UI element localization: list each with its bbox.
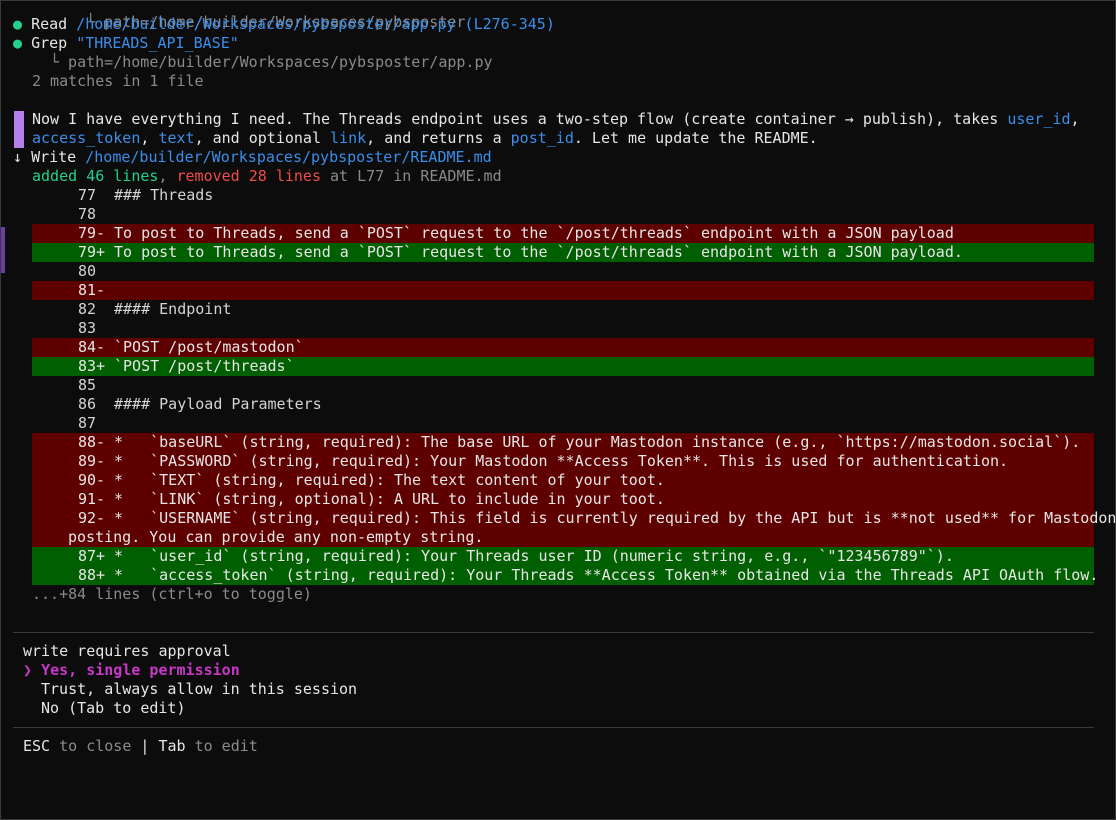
diff-text: * `TEXT` (string, required): The text co…	[114, 471, 665, 489]
tab-key[interactable]: Tab	[158, 737, 185, 755]
line-number: 91	[77, 490, 96, 508]
grep-path: └ path=/home/builder/Workspaces/pybspost…	[50, 53, 493, 71]
line-number: 87	[77, 414, 96, 432]
diff-text: To post to Threads, send a `POST` reques…	[114, 224, 954, 242]
line-number: 87	[77, 547, 96, 565]
diff-line-ctx: 83	[32, 319, 114, 338]
expand-more-lines[interactable]: ...+84 lines (ctrl+o to toggle)	[32, 585, 312, 604]
diff-sign: -	[96, 509, 106, 527]
diff-line-del: 92- * `USERNAME` (string, required): This…	[32, 509, 1115, 528]
status-dot-icon: ●	[13, 34, 23, 52]
diff-line-del: 91- * `LINK` (string, optional): A URL to…	[32, 490, 1094, 509]
diff-text: * `user_id` (string, required): Your Thr…	[114, 547, 954, 565]
diff-text: * `LINK` (string, optional): A URL to in…	[114, 490, 665, 508]
diff-line-ctx: 85	[32, 376, 114, 395]
diff-line-del: posting. You can provide any non-empty s…	[32, 528, 1094, 547]
diff-line-ctx: 80	[32, 262, 114, 281]
terminal-window: └ path=/home/builder/Workspaces/pybspost…	[0, 0, 1116, 820]
left-accent-bar	[1, 227, 5, 273]
diff-text: `POST /post/mastodon`	[114, 338, 304, 356]
diff-line-ctx: 82 #### Endpoint	[32, 300, 231, 319]
diff-text: * `access_token` (string, required): You…	[114, 566, 1099, 584]
line-number: 82	[77, 300, 96, 318]
diff-sign: -	[96, 224, 106, 242]
approval-option-no[interactable]: No (Tab to edit)	[41, 699, 186, 718]
diff-text: `POST /post/threads`	[114, 357, 295, 375]
line-number: 88	[77, 433, 96, 451]
diff-summary: added 46 lines, removed 28 lines at L77 …	[32, 167, 502, 185]
divider	[13, 727, 1094, 728]
line-number: 89	[77, 452, 96, 470]
diff-text: posting. You can provide any non-empty s…	[68, 528, 484, 546]
diff-sign: -	[96, 433, 106, 451]
diff-text: #### Endpoint	[114, 300, 232, 318]
line-number: 79	[77, 243, 96, 261]
grep-result: 2 matches in 1 file	[32, 72, 204, 90]
write-arrow-icon: ↓	[13, 148, 23, 166]
diff-text: To post to Threads, send a `POST` reques…	[114, 243, 963, 261]
grep-tool-line: ● Grep "THREADS_API_BASE"	[13, 34, 239, 52]
diff-sign: +	[96, 243, 106, 261]
read-tool-line: ● Read /home/builder/Workspaces/pybspost…	[13, 15, 555, 33]
diff-line-add: 88+ * `access_token` (string, required): …	[32, 566, 1098, 585]
diff-line-add: 83+ `POST /post/threads`	[32, 357, 1094, 376]
diff-text: * `PASSWORD` (string, required): Your Ma…	[114, 452, 1009, 470]
line-number: 83	[77, 319, 96, 337]
diff-line-add: 87+ * `user_id` (string, required): Your …	[32, 547, 1094, 566]
diff-line-del: 79- To post to Threads, send a `POST` req…	[32, 224, 1094, 243]
status-dot-icon: ●	[13, 15, 23, 33]
diff-text: * `baseURL` (string, required): The base…	[114, 433, 1081, 451]
line-number: 83	[77, 357, 96, 375]
diff-sign: -	[96, 452, 106, 470]
diff-line-ctx: 78	[32, 205, 114, 224]
diff-line-del: 84- `POST /post/mastodon`	[32, 338, 1094, 357]
diff-line-del: 89- * `PASSWORD` (string, required): Your…	[32, 452, 1094, 471]
diff-text: #### Payload Parameters	[114, 395, 322, 413]
selection-cursor-icon: ❯	[23, 661, 33, 679]
line-number: 79	[77, 224, 96, 242]
diff-sign: -	[96, 471, 106, 489]
diff-text: ### Threads	[114, 186, 214, 204]
line-number: 78	[77, 205, 96, 223]
approval-option-yes[interactable]: ❯ Yes, single permission	[23, 661, 240, 680]
diff-text: * `USERNAME` (string, required): This fi…	[114, 509, 1116, 527]
line-number: 92	[77, 509, 96, 527]
line-number: 80	[77, 262, 96, 280]
tool-path-top: └ path=/home/builder/Workspaces/pybspost…	[86, 13, 466, 31]
diff-sign: -	[96, 490, 106, 508]
footer-hint: ESC to close | Tab to edit	[23, 737, 258, 755]
read-file-link[interactable]: /home/builder/Workspaces/pybsposter/app.…	[76, 15, 455, 33]
write-file-link[interactable]: /home/builder/Workspaces/pybsposter/READ…	[85, 148, 491, 166]
diff-sign: +	[96, 547, 106, 565]
diff-line-ctx: 87	[32, 414, 114, 433]
diff-sign: +	[96, 566, 106, 584]
assistant-message-line-2: access_token, text, and optional link, a…	[32, 129, 818, 147]
diff-line-del: 88- * `baseURL` (string, required): The b…	[32, 433, 1094, 452]
diff-line-del: 90- * `TEXT` (string, required): The text…	[32, 471, 1094, 490]
line-number: 85	[77, 376, 96, 394]
assistant-message-line-1: Now I have everything I need. The Thread…	[32, 110, 1080, 128]
line-number: 77	[77, 186, 96, 204]
line-number: 84	[77, 338, 96, 356]
diff-line-ctx: 86 #### Payload Parameters	[32, 395, 322, 414]
diff-line-del: 81-	[32, 281, 1094, 300]
message-marker-icon	[14, 111, 24, 148]
diff-sign: -	[96, 338, 106, 356]
approval-option-trust[interactable]: Trust, always allow in this session	[41, 680, 357, 699]
line-number: 81	[77, 281, 96, 299]
write-tool-line: ↓ Write /home/builder/Workspaces/pybspos…	[13, 148, 492, 166]
divider	[13, 632, 1094, 633]
diff-sign: +	[96, 357, 106, 375]
diff-sign: -	[96, 281, 106, 299]
diff-line-add: 79+ To post to Threads, send a `POST` req…	[32, 243, 1094, 262]
approval-title: write requires approval	[23, 642, 231, 660]
line-number: 90	[77, 471, 96, 489]
line-number: 86	[77, 395, 96, 413]
line-number: 88	[77, 566, 96, 584]
esc-key[interactable]: ESC	[23, 737, 50, 755]
diff-line-ctx: 77 ### Threads	[32, 186, 213, 205]
